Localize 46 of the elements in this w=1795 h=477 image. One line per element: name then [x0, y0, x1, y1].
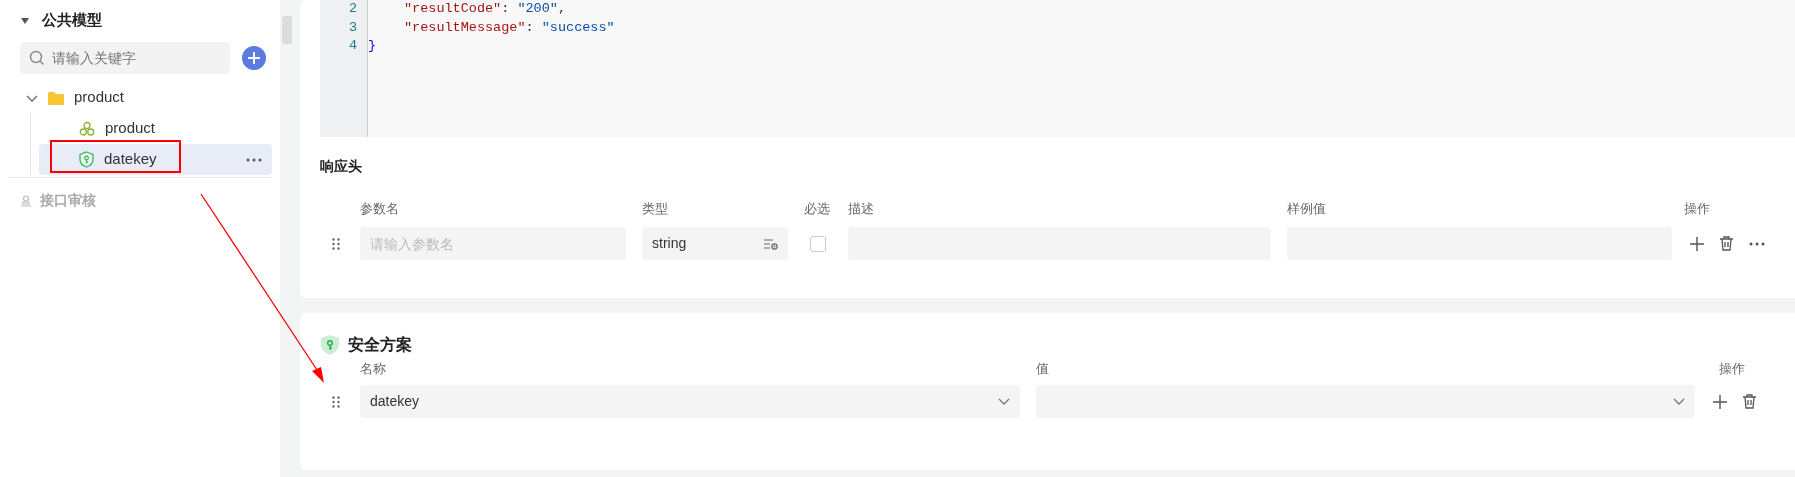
column-header: 值: [1036, 360, 1050, 379]
more-icon[interactable]: [246, 157, 262, 162]
column-header: 操作: [1719, 360, 1745, 379]
chevron-down-icon: [1673, 397, 1685, 406]
search-field[interactable]: 请输入关键字: [20, 42, 230, 74]
column-header: 名称: [360, 360, 387, 379]
search-icon: [29, 50, 45, 66]
column-header: 必选: [804, 200, 831, 219]
stamp-icon: [20, 194, 32, 207]
section-title: 响应头: [320, 157, 363, 176]
tree-item[interactable]: product: [105, 117, 156, 140]
trash-icon[interactable]: [1720, 236, 1733, 251]
column-header: 参数名: [360, 200, 400, 219]
line-number: 4: [347, 37, 357, 55]
line-number: 3: [347, 18, 357, 37]
add-button[interactable]: [242, 46, 266, 70]
type-select[interactable]: string: [642, 227, 788, 260]
code-line: "resultMessage": "success": [403, 18, 616, 37]
shield-key-icon: [320, 334, 340, 356]
column-header: 样例值: [1287, 200, 1327, 219]
tree-item[interactable]: datekey: [104, 148, 157, 171]
required-checkbox[interactable]: [810, 235, 826, 252]
column-header: 操作: [1684, 200, 1710, 219]
code-line: }: [368, 37, 378, 55]
plus-icon[interactable]: [1690, 236, 1704, 251]
cubes-icon: [79, 120, 95, 137]
line-number: 2: [347, 0, 357, 18]
collapse-handle[interactable]: [282, 16, 292, 44]
column-header: 描述: [848, 200, 875, 219]
list-settings-icon: [764, 237, 778, 250]
plus-icon[interactable]: [1713, 394, 1727, 409]
name-select[interactable]: datekey: [360, 385, 1020, 418]
drag-handle-icon[interactable]: [332, 237, 340, 250]
column-header: 类型: [642, 200, 669, 219]
folder-icon: [48, 90, 64, 105]
drag-handle-icon[interactable]: [332, 395, 340, 408]
more-icon[interactable]: [1749, 241, 1765, 246]
code-line: "resultCode": "200",: [403, 0, 568, 18]
section-title: 公共模型: [42, 10, 102, 31]
tree-item[interactable]: product: [74, 86, 125, 109]
shield-key-icon: [79, 151, 94, 168]
chevron-down-icon: [998, 397, 1010, 406]
section-title: 安全方案: [348, 335, 412, 355]
trash-icon[interactable]: [1743, 394, 1756, 409]
plus-icon: [248, 52, 260, 64]
collapse-triangle-icon[interactable]: [20, 15, 30, 26]
